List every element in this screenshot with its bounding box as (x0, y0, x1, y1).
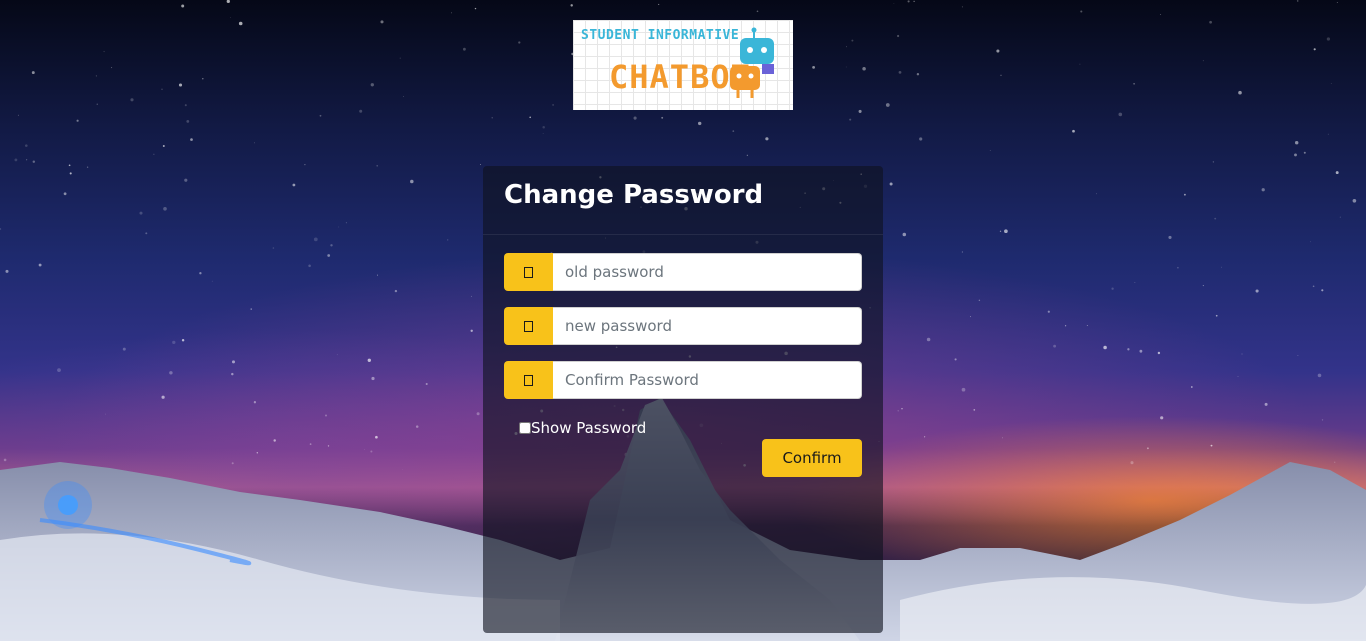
robot-mascot-icon (730, 27, 774, 98)
show-password-toggle[interactable]: Show Password (519, 419, 646, 437)
chatbot-logo: STUDENT INFORMATIVE CHATBOT (573, 20, 793, 110)
show-password-checkbox[interactable] (519, 422, 531, 434)
change-password-panel: Change Password Show Password Confirm (483, 166, 883, 633)
old-password-group (504, 253, 862, 291)
logo-subtitle: STUDENT INFORMATIVE (581, 28, 740, 43)
new-password-input[interactable] (553, 307, 862, 345)
key-icon (504, 253, 553, 291)
page-title: Change Password (504, 180, 764, 210)
show-password-label: Show Password (531, 419, 647, 437)
key-icon (504, 307, 553, 345)
confirm-password-input[interactable] (553, 361, 862, 399)
confirm-button[interactable]: Confirm (762, 439, 862, 477)
old-password-input[interactable] (553, 253, 862, 291)
new-password-group (504, 307, 862, 345)
key-icon (504, 361, 553, 399)
title-divider (483, 234, 883, 235)
confirm-password-group (504, 361, 862, 399)
